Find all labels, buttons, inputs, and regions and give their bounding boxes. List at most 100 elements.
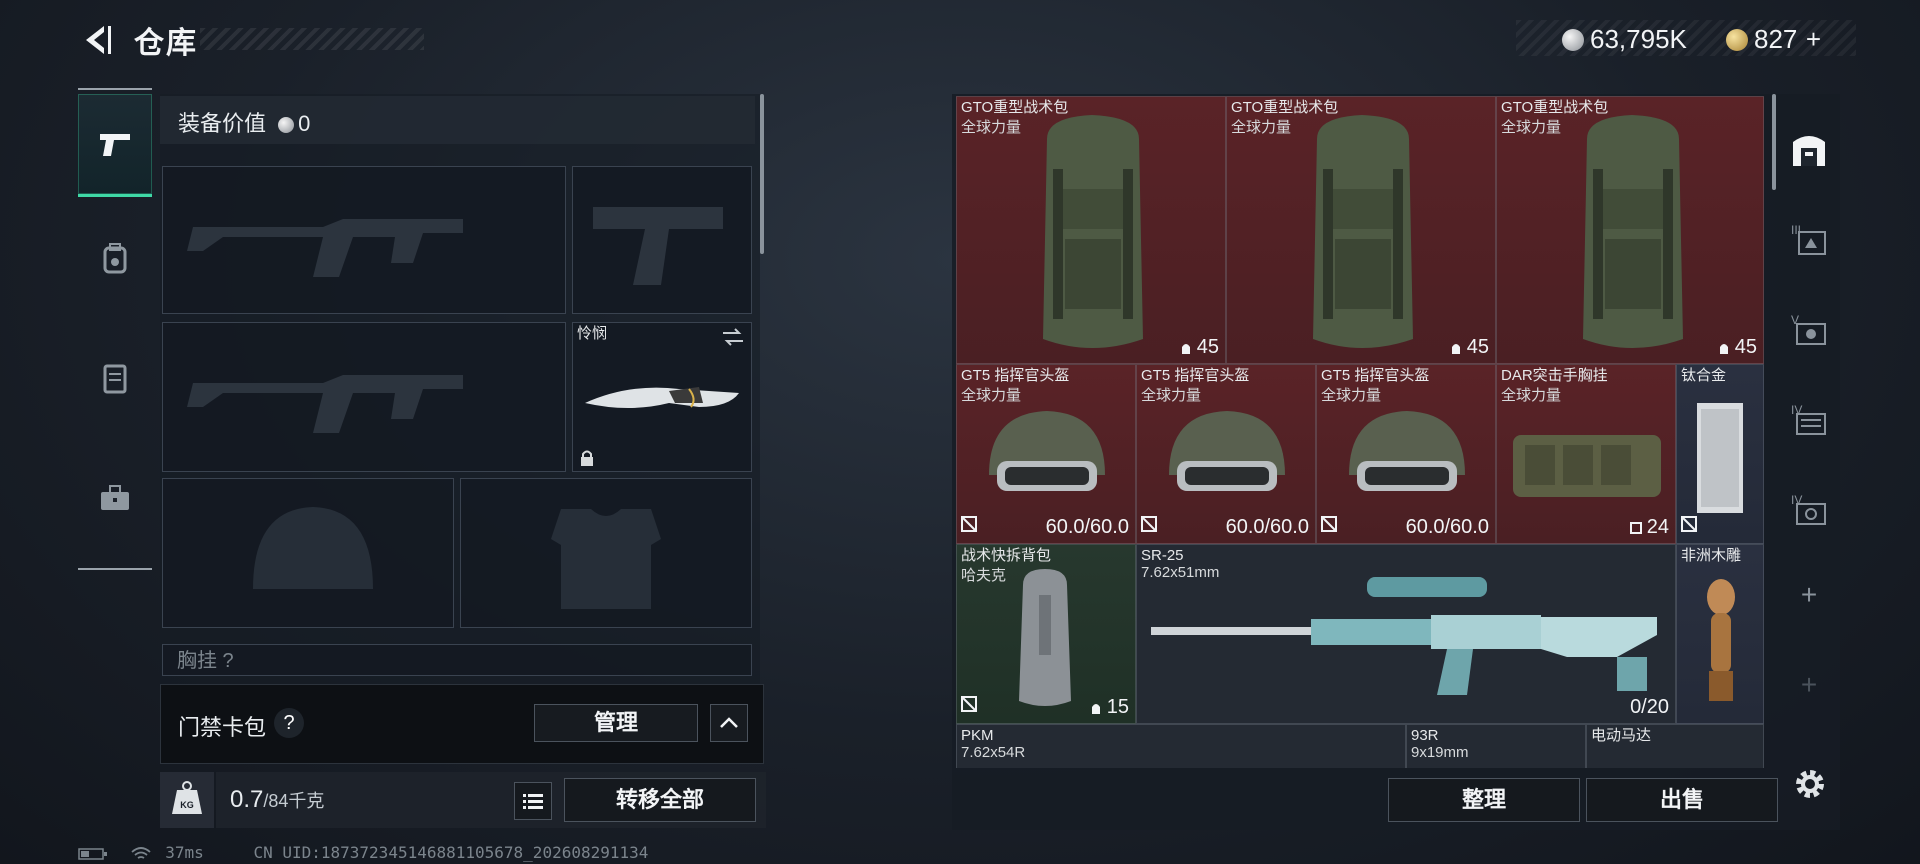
add-storage-button-disabled: + <box>1800 669 1818 700</box>
item-name: GT5 指挥官头盔 <box>1141 367 1250 384</box>
no-insure-icon <box>961 516 977 532</box>
swap-icon[interactable] <box>721 327 745 347</box>
weight-icon-label: KG <box>180 800 194 810</box>
silver-coin-icon <box>1562 28 1584 51</box>
item-value: 15 <box>1089 696 1129 719</box>
collapse-button[interactable] <box>710 704 748 742</box>
rifle-silhouette-icon <box>187 375 463 433</box>
backpack-image <box>1583 115 1683 348</box>
pistol-silhouette-icon <box>593 207 723 285</box>
storage-tabs: III V IV IV + + <box>1778 94 1840 830</box>
tab-storage-main[interactable] <box>1778 110 1840 190</box>
gold-amount: 827 <box>1754 24 1798 54</box>
gold-currency[interactable]: 827 + <box>1726 24 1821 55</box>
sell-button[interactable]: 出售 <box>1586 778 1778 822</box>
ping-value: 37ms <box>165 843 204 862</box>
list-view-button[interactable] <box>514 782 552 820</box>
no-insure-icon <box>1141 516 1157 532</box>
battery-icon <box>78 847 107 860</box>
transfer-all-button[interactable]: 转移全部 <box>564 778 756 822</box>
bag-image <box>1019 569 1071 706</box>
settings-icon[interactable] <box>1790 764 1830 804</box>
chest-rig-image <box>1513 435 1661 497</box>
tab-toolbox[interactable] <box>78 448 152 548</box>
storage-item-helmet[interactable]: GT5 指挥官头盔 全球力量 60.0/60.0 <box>1136 364 1316 544</box>
storage-item-wood-carving[interactable]: 非洲木雕 <box>1676 544 1764 724</box>
gate-card-help-button[interactable]: ? <box>274 708 304 738</box>
item-value-number: 15 <box>1106 696 1129 718</box>
lock-icon <box>581 450 593 466</box>
item-flag <box>961 696 977 717</box>
title-decoration <box>200 28 424 50</box>
add-storage-button[interactable]: + <box>1778 570 1840 620</box>
tab-storage-3[interactable]: III <box>1778 200 1840 280</box>
storage-item-backpack[interactable]: GTO重型战术包 全球力量 45 <box>1496 96 1764 364</box>
sort-button[interactable]: 整理 <box>1388 778 1580 822</box>
storage-item-pkm[interactable]: PKM 7.62x54R <box>956 724 1406 768</box>
tab-storage-4b[interactable]: IV <box>1778 470 1840 550</box>
storage-tier-5-icon: V <box>1791 313 1826 345</box>
storage-item-motor[interactable]: 电动马达 <box>1586 724 1764 768</box>
slots-icon <box>1629 522 1642 534</box>
item-name: 93R <box>1411 727 1439 744</box>
tertiary-weapon-slot[interactable] <box>162 322 566 472</box>
ammo-count: 0/20 <box>1630 696 1669 718</box>
tab-storage-5[interactable]: V <box>1778 290 1840 370</box>
chevron-up-icon <box>720 717 738 728</box>
toolbox-icon <box>101 485 129 510</box>
equipment-value: 装备价值 0 <box>178 106 310 138</box>
storage-item-backpack[interactable]: GTO重型战术包 全球力量 45 <box>1226 96 1496 364</box>
melee-slot[interactable]: 怜悯 <box>572 322 752 472</box>
item-brand: 全球力量 <box>1321 387 1382 404</box>
equipment-value-label: 装备价值 <box>178 111 267 136</box>
weight-max: /84千克 <box>263 791 325 811</box>
item-name: PKM <box>961 727 994 744</box>
primary-weapon-slot[interactable] <box>162 166 566 314</box>
item-value: 45 <box>1179 336 1219 359</box>
storage-item-93r[interactable]: 93R 9x19mm <box>1406 724 1586 768</box>
item-brand: 全球力量 <box>961 387 1022 404</box>
item-brand: 全球力量 <box>1231 119 1292 136</box>
armor-silhouette-icon <box>551 509 661 609</box>
item-name: GT5 指挥官头盔 <box>1321 367 1430 384</box>
item-value: 45 <box>1449 336 1489 359</box>
tab-weapons[interactable] <box>78 94 152 197</box>
helmet-image <box>1169 411 1285 491</box>
rifle-silhouette-icon <box>187 219 463 277</box>
item-brand: 全球力量 <box>1501 119 1562 136</box>
equipment-scrollbar[interactable] <box>760 94 764 254</box>
item-name: DAR突击手胸挂 <box>1501 367 1608 384</box>
capacity-icon <box>1091 704 1100 714</box>
chest-rig-slot[interactable]: 胸挂 ? <box>162 644 752 676</box>
list-icon <box>523 794 543 809</box>
tab-vest[interactable] <box>78 328 152 428</box>
item-value-number: 24 <box>1646 516 1669 538</box>
no-insure-icon <box>961 696 977 712</box>
backpack-image <box>1043 115 1143 348</box>
tab-divider-bottom <box>78 568 152 570</box>
manage-button[interactable]: 管理 <box>534 704 698 742</box>
storage-item-sr25[interactable]: SR-25 7.62x51mm 0/20 <box>1136 544 1676 724</box>
back-icon[interactable] <box>78 22 114 58</box>
storage-item-titanium[interactable]: 钛合金 <box>1676 364 1764 544</box>
item-flag <box>1681 516 1697 537</box>
storage-item-backpack[interactable]: GTO重型战术包 全球力量 45 <box>956 96 1226 364</box>
storage-item-chest-rig[interactable]: DAR突击手胸挂 全球力量 24 <box>1496 364 1676 544</box>
add-currency-button[interactable]: + <box>1806 24 1821 54</box>
armor-slot[interactable] <box>460 478 752 628</box>
durability-bar <box>1321 516 1337 537</box>
chest-rig-label: 胸挂 ? <box>177 650 234 672</box>
storage-item-helmet[interactable]: GT5 指挥官头盔 全球力量 60.0/60.0 <box>956 364 1136 544</box>
weight-icon-box: KG <box>160 772 214 828</box>
item-value: 45 <box>1717 336 1757 359</box>
tab-storage-4a[interactable]: IV <box>1778 380 1840 460</box>
storage-scrollbar[interactable] <box>1772 94 1776 190</box>
secondary-weapon-slot[interactable] <box>572 166 752 314</box>
item-durability: 60.0/60.0 <box>1225 516 1309 538</box>
storage-item-quick-bag[interactable]: 战术快拆背包 哈夫克 15 <box>956 544 1136 724</box>
durability-bar <box>961 516 977 537</box>
storage-item-helmet[interactable]: GT5 指挥官头盔 全球力量 60.0/60.0 <box>1316 364 1496 544</box>
helmet-slot[interactable] <box>162 478 454 628</box>
tab-backpack[interactable] <box>78 208 152 308</box>
item-value-number: 45 <box>1196 336 1219 358</box>
